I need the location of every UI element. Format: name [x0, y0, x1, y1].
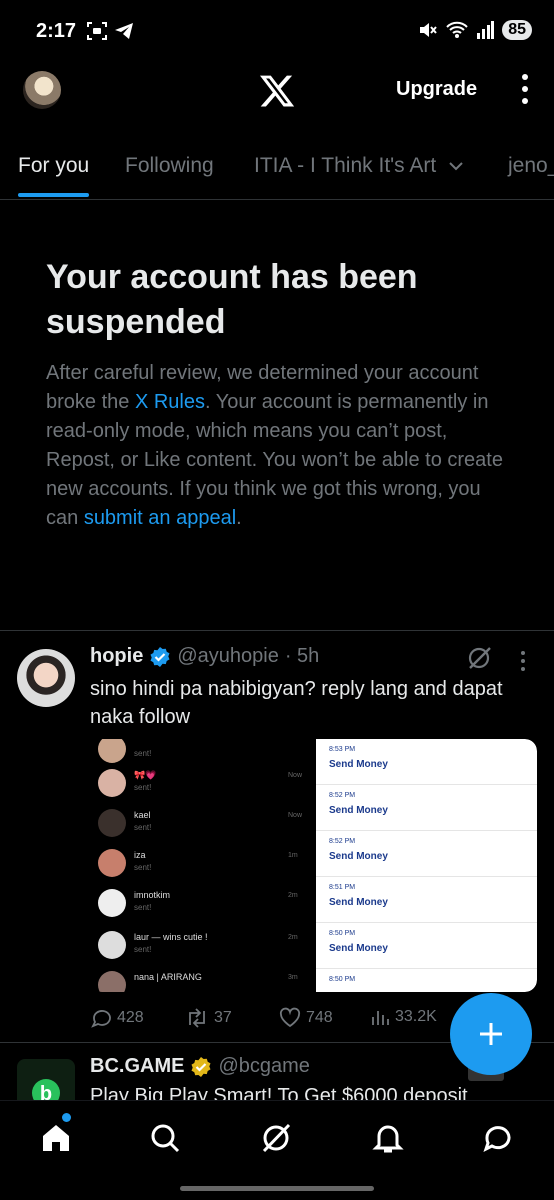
- profile-avatar[interactable]: [23, 71, 61, 109]
- status-bar: 2:17 85: [0, 0, 554, 60]
- promoted-author-name[interactable]: BC.GAME: [90, 1055, 184, 1078]
- chevron-down-icon: [449, 162, 463, 171]
- messages-icon[interactable]: [481, 1121, 515, 1155]
- reply-button[interactable]: 428: [90, 1007, 144, 1029]
- views-button[interactable]: 33.2K: [370, 1007, 437, 1027]
- submit-appeal-link[interactable]: submit an appeal: [84, 507, 236, 529]
- notice-title: Your account has been suspended: [46, 258, 418, 341]
- tweet[interactable]: hopie @ayuhopie · 5h sino hindi pa nabib…: [0, 630, 554, 1042]
- verified-badge-icon: [150, 646, 170, 667]
- chat-item: kael sent! Now: [98, 807, 308, 845]
- promoted-handle: @bcgame: [218, 1055, 310, 1077]
- tweet-time: · 5h: [284, 645, 320, 667]
- payment-history: 8:53 PM Send Money 8:52 PM Send Money 8:…: [316, 739, 537, 992]
- chat-item: 🎀💗 sent! Now: [98, 767, 308, 805]
- active-tab-indicator: [18, 193, 89, 197]
- chat-item: imnotkim sent! 2m: [98, 887, 308, 925]
- top-bar: Upgrade: [0, 66, 554, 116]
- repost-icon: [189, 1008, 205, 1028]
- like-button[interactable]: 748: [279, 1007, 333, 1029]
- status-time: 2:17: [36, 20, 77, 42]
- payment-row: 8:50 PM Send Money: [316, 923, 537, 969]
- views-icon: [372, 1011, 389, 1025]
- screenshot-icon: [87, 22, 107, 40]
- svg-text:b: b: [40, 1083, 52, 1100]
- battery-badge: 85: [502, 20, 532, 40]
- grok-icon[interactable]: [466, 645, 492, 671]
- timeline-tabs: For you Following ITIA - I Think It's Ar…: [0, 140, 554, 200]
- chat-avatar: [98, 971, 126, 992]
- payment-row: 8:50 PM: [329, 976, 356, 983]
- bottom-nav: [0, 1100, 554, 1178]
- verified-gold-icon: [191, 1056, 211, 1077]
- chat-avatar: [98, 931, 126, 959]
- chat-avatar: [98, 769, 126, 797]
- chat-avatar: [98, 849, 126, 877]
- payment-row: 8:53 PM Send Money: [316, 739, 537, 785]
- tweet-handle: @ayuhopie: [177, 645, 279, 667]
- telegram-icon: [115, 23, 133, 39]
- x-logo-icon[interactable]: [258, 72, 296, 110]
- chat-item: nana | ARIRANG 3m: [98, 969, 308, 992]
- payment-row: 8:52 PM Send Money: [316, 831, 537, 877]
- upgrade-button[interactable]: Upgrade: [396, 78, 477, 101]
- notice-body: After careful review, we determined your…: [46, 362, 503, 529]
- mute-icon: [420, 23, 437, 37]
- reply-icon: [91, 1010, 111, 1028]
- grok-nav-icon[interactable]: [259, 1121, 293, 1155]
- home-notification-dot: [62, 1113, 71, 1122]
- suspension-notice: Your account has been suspended After ca…: [46, 255, 516, 533]
- tweet-image[interactable]: sent! 🎀💗 sent! Now kael sent! Now iza se…: [90, 739, 537, 992]
- tweet-actions: 428 37 748 33.2K: [90, 1007, 450, 1031]
- tab-following[interactable]: Following: [125, 154, 214, 178]
- search-icon[interactable]: [148, 1121, 182, 1155]
- tab-itia[interactable]: ITIA - I Think It's Art: [254, 154, 464, 178]
- chat-avatar: [98, 809, 126, 837]
- more-options-icon[interactable]: [522, 74, 528, 104]
- tab-itia-label: ITIA - I Think It's Art: [254, 154, 437, 177]
- home-indicator: [180, 1186, 374, 1191]
- promoted-text: Play Big Play Smart! To Get $6000 deposi…: [90, 1085, 468, 1100]
- payment-row: 8:51 PM Send Money: [316, 877, 537, 923]
- plus-icon: [480, 1023, 502, 1045]
- chat-avatar: [98, 889, 126, 917]
- tweet-text: sino hindi pa nabibigyan? reply lang and…: [90, 678, 503, 728]
- payment-row: 8:52 PM Send Money: [316, 785, 537, 831]
- notifications-icon[interactable]: [371, 1121, 405, 1155]
- chat-item: laur — wins cutie ! sent! 2m: [98, 929, 308, 967]
- signal-icon: [477, 21, 495, 39]
- tab-for-you[interactable]: For you: [18, 154, 89, 178]
- x-rules-link[interactable]: X Rules: [135, 391, 205, 413]
- wifi-icon: [446, 21, 468, 38]
- tab-jeno[interactable]: jeno_: [508, 154, 554, 178]
- heart-icon: [279, 1007, 301, 1028]
- promoted-avatar[interactable]: b: [17, 1059, 75, 1100]
- chat-item: iza sent! 1m: [98, 847, 308, 885]
- home-icon[interactable]: [39, 1121, 73, 1155]
- tweet-author-name[interactable]: hopie: [90, 645, 143, 668]
- tweet-avatar[interactable]: [17, 649, 75, 707]
- tweet-more-icon[interactable]: [521, 651, 525, 671]
- repost-button[interactable]: 37: [185, 1007, 232, 1029]
- compose-button[interactable]: [450, 993, 532, 1075]
- chat-avatar: [98, 739, 126, 763]
